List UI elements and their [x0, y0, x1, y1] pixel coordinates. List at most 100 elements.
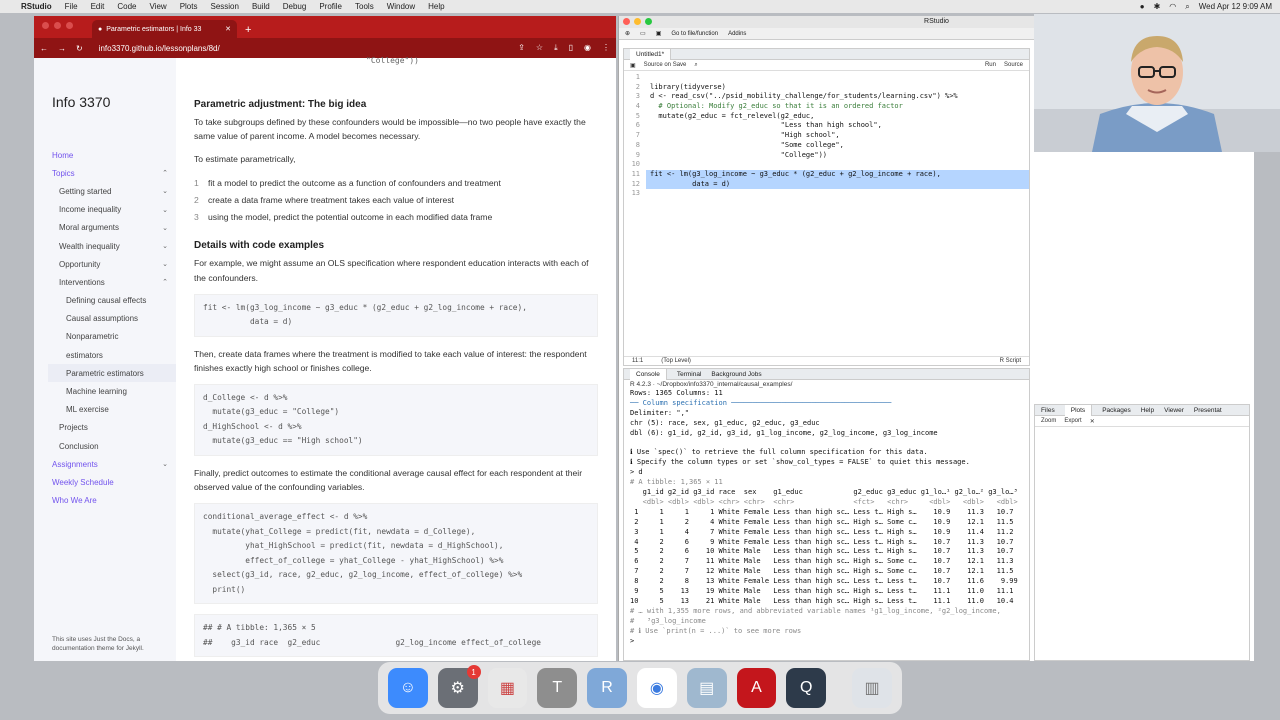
code-line[interactable]: 11 fit <- lm(g3_log_income ~ g3_educ * (g…	[624, 169, 1029, 180]
menu-profile[interactable]: Profile	[319, 2, 342, 11]
save-icon[interactable]: ▣	[656, 30, 662, 37]
tab-console[interactable]: Console	[630, 368, 667, 380]
forward-icon[interactable]: →	[58, 44, 66, 53]
browser-tab[interactable]: ● Parametric estimators | Info 33 ✕	[92, 20, 237, 38]
clear-plot-icon[interactable]: ✕	[1090, 418, 1095, 425]
menu-build[interactable]: Build	[252, 2, 270, 11]
close-tab-icon[interactable]: ✕	[225, 25, 231, 33]
close-window-icon[interactable]	[623, 18, 630, 25]
sidebar-item-home[interactable]: Home	[52, 146, 176, 164]
code-line[interactable]: 7 "High school",	[624, 131, 1029, 141]
back-icon[interactable]: ←	[40, 44, 48, 53]
sidebar-item-income-inequality[interactable]: Income inequality ⌄	[52, 201, 176, 219]
texshop-icon[interactable]: T	[537, 668, 578, 708]
chevron-icon[interactable]: ⌃	[162, 278, 168, 286]
sidebar-item-defining-causal-effects[interactable]: Defining causal effects	[52, 292, 176, 310]
download-icon[interactable]: ⤓	[554, 43, 558, 53]
sidebar-item-wealth-inequality[interactable]: Wealth inequality ⌄	[52, 237, 176, 255]
menu-plots[interactable]: Plots	[180, 2, 198, 11]
sidebar-item-estimators[interactable]: estimators	[52, 346, 176, 364]
sidebar-item-ml-exercise[interactable]: ML exercise	[52, 401, 176, 419]
quicktime-icon[interactable]: Q	[786, 668, 827, 708]
source-on-save-checkbox[interactable]: Source on Save	[644, 62, 687, 68]
menu-window[interactable]: Window	[387, 2, 415, 11]
new-tab-icon[interactable]: +	[245, 24, 251, 36]
menu-file[interactable]: File	[65, 2, 78, 11]
code-line[interactable]: 10	[624, 160, 1029, 170]
tab-plots[interactable]: Plots	[1064, 404, 1093, 416]
console-output[interactable]: Rows: 1365 Columns: 11 ── Column specific…	[624, 389, 1029, 647]
scope-indicator[interactable]: (Top Level)	[661, 358, 691, 364]
minimize-window-icon[interactable]	[54, 22, 61, 29]
sidebar-item-causal-assumptions[interactable]: Causal assumptions	[52, 310, 176, 328]
close-window-icon[interactable]	[42, 22, 49, 29]
code-line[interactable]: 1	[624, 73, 1029, 83]
sidebar-item-projects[interactable]: Projects	[52, 419, 176, 437]
chrome-icon[interactable]: ◉	[636, 668, 677, 708]
run-button[interactable]: Run	[985, 62, 996, 68]
chevron-icon[interactable]: ⌄	[162, 460, 168, 468]
bookmark-star-icon[interactable]: ☆	[536, 43, 543, 53]
address-bar[interactable]: info3370.github.io/lessonplans/8d/	[99, 44, 508, 53]
code-line[interactable]: 5 mutate(g2_educ = fct_relevel(g2_educ,	[624, 112, 1029, 122]
code-line[interactable]: 8 "Some college",	[624, 141, 1029, 151]
chevron-icon[interactable]: ⌄	[162, 187, 168, 195]
launchpad-icon[interactable]: ▦	[487, 668, 528, 708]
sidebar-item-conclusion[interactable]: Conclusion	[52, 437, 176, 455]
more-menu-icon[interactable]: ⋮	[602, 43, 610, 53]
addins-menu[interactable]: Addins	[728, 31, 746, 37]
finder-icon[interactable]: ☺	[388, 668, 428, 708]
code-line[interactable]: 6 "Less than high school",	[624, 121, 1029, 131]
r-app-icon[interactable]: R	[587, 668, 627, 708]
sidebar-item-who-we-are[interactable]: Who We Are	[52, 492, 176, 510]
trash-icon[interactable]: ▥	[852, 668, 892, 708]
share-icon[interactable]: ⇪	[518, 43, 525, 53]
tab-presentation[interactable]: Presentat	[1194, 407, 1222, 414]
search-icon[interactable]: ⌕	[1185, 2, 1189, 12]
tab-terminal[interactable]: Terminal	[677, 371, 702, 378]
menu-session[interactable]: Session	[210, 2, 238, 11]
search-icon[interactable]: ⌕	[694, 62, 697, 69]
menu-help[interactable]: Help	[428, 2, 444, 11]
tab-untitled1[interactable]: Untitled1*	[630, 48, 672, 60]
record-icon[interactable]: ●	[1140, 2, 1145, 11]
sidebar-item-weekly-schedule[interactable]: Weekly Schedule	[52, 473, 176, 491]
chevron-icon[interactable]: ⌃	[162, 169, 168, 177]
export-button[interactable]: Export	[1064, 418, 1081, 424]
goto-file-input[interactable]: Go to file/function	[671, 31, 718, 37]
open-file-icon[interactable]: ▭	[640, 30, 646, 37]
zoom-window-icon[interactable]	[645, 18, 652, 25]
menu-clock[interactable]: Wed Apr 12 9:09 AM	[1199, 2, 1272, 11]
sidebar-item-getting-started[interactable]: Getting started ⌄	[52, 182, 176, 200]
sidebar-item-parametric-estimators[interactable]: Parametric estimators	[48, 364, 176, 383]
sidebar-item-topics[interactable]: Topics ⌃	[52, 164, 176, 182]
code-line[interactable]: 3 d <- read_csv("../psid_mobility_challen…	[624, 92, 1029, 102]
chevron-icon[interactable]: ⌄	[162, 206, 168, 214]
menu-code[interactable]: Code	[117, 2, 136, 11]
menu-tools[interactable]: Tools	[355, 2, 374, 11]
code-line[interactable]: 12 data = d)	[624, 179, 1029, 190]
save-icon[interactable]: ▣	[630, 62, 636, 69]
zoom-window-icon[interactable]	[66, 22, 73, 29]
code-line[interactable]: 2 library(tidyverse)	[624, 83, 1029, 93]
sidebar-item-nonparametric[interactable]: Nonparametric	[52, 328, 176, 346]
chevron-icon[interactable]: ⌄	[162, 224, 168, 232]
sidepanel-icon[interactable]: ▯	[569, 43, 573, 53]
menu-debug[interactable]: Debug	[283, 2, 307, 11]
source-button[interactable]: Source	[1004, 62, 1023, 68]
preview-icon[interactable]: ▤	[686, 668, 727, 708]
sidebar-item-moral-arguments[interactable]: Moral arguments ⌄	[52, 219, 176, 237]
zoom-button[interactable]: Zoom	[1041, 418, 1056, 424]
sidebar-item-assignments[interactable]: Assignments ⌄	[52, 455, 176, 473]
tab-help[interactable]: Help	[1141, 407, 1154, 414]
tab-files[interactable]: Files	[1041, 407, 1055, 414]
sidebar-item-interventions[interactable]: Interventions ⌃	[52, 273, 176, 291]
acrobat-icon[interactable]: A	[736, 668, 777, 708]
new-file-icon[interactable]: ⊕	[625, 30, 630, 37]
file-type-indicator[interactable]: R Script	[1000, 358, 1021, 364]
profile-avatar[interactable]: ◉	[584, 43, 591, 53]
code-lines[interactable]: 1 2 library(tidyverse) 3 d <- read_csv("../p…	[624, 73, 1029, 199]
chevron-icon[interactable]: ⌄	[162, 242, 168, 250]
bluetooth-icon[interactable]: ✱	[1154, 2, 1161, 11]
code-line[interactable]: 9 "College"))	[624, 151, 1029, 161]
